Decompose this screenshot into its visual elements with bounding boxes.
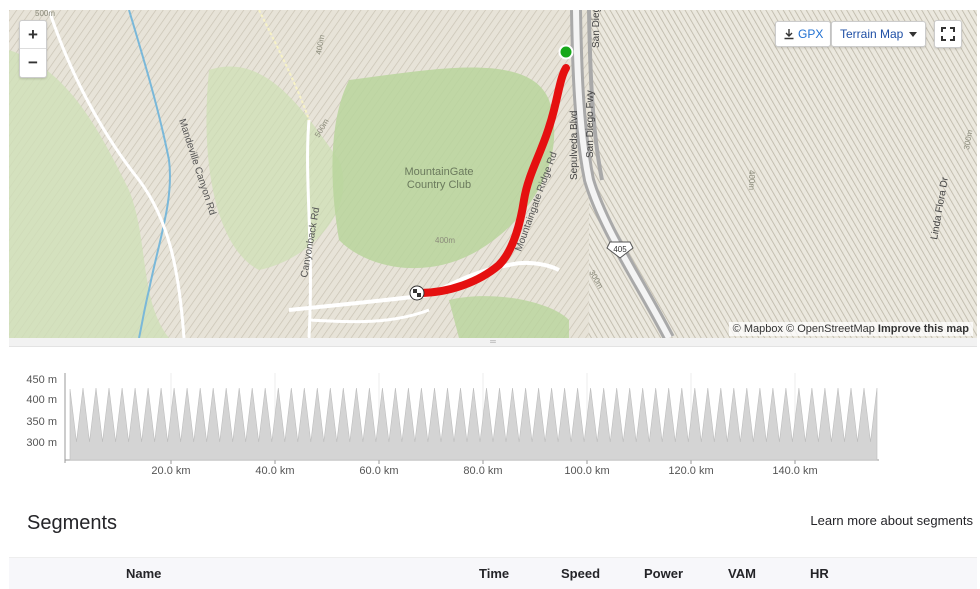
svg-text:400m: 400m (747, 170, 756, 190)
zoom-control: + − (19, 20, 47, 78)
elevation-y-tick: 350 m (26, 416, 57, 428)
mapbox-link[interactable]: © Mapbox (733, 323, 783, 335)
map-label-road: San Dieg (591, 10, 602, 48)
learn-more-segments-link[interactable]: Learn more about segments (810, 513, 973, 528)
column-hr[interactable]: HR (810, 566, 829, 581)
elevation-x-tick: 100.0 km (564, 465, 609, 477)
column-speed[interactable]: Speed (561, 566, 600, 581)
map-type-dropdown[interactable]: Terrain Map (831, 21, 927, 47)
caret-down-icon (909, 31, 918, 37)
map-label-road: San Diego Fwy (585, 90, 596, 158)
column-time[interactable]: Time (479, 566, 509, 581)
start-marker-icon (558, 44, 574, 60)
elevation-x-tick: 140.0 km (772, 465, 817, 477)
map-label-road: Sepulveda Blvd (569, 111, 580, 181)
expand-icon (941, 27, 955, 41)
elevation-x-tick: 40.0 km (255, 465, 294, 477)
map-label-place-1: MountainGate (404, 166, 473, 178)
svg-text:500m: 500m (35, 10, 55, 18)
gpx-label: GPX (798, 27, 824, 41)
segments-title: Segments (27, 512, 118, 534)
elevation-x-tick: 120.0 km (668, 465, 713, 477)
svg-text:400m: 400m (435, 236, 455, 245)
terrain-background: 405 MountainGate Country Club Mandeville… (9, 10, 977, 338)
fullscreen-button[interactable] (934, 20, 962, 48)
elevation-chart[interactable]: 450 m 400 m 350 m 300 m 20.0 km 40.0 km 60.0 … (9, 347, 977, 477)
download-icon (784, 29, 794, 40)
improve-map-link[interactable]: Improve this map (878, 323, 969, 335)
zoom-out-button[interactable]: − (20, 48, 46, 76)
map-label-place-2: Country Club (407, 179, 471, 191)
elevation-profile (69, 387, 878, 461)
elevation-y-tick: 400 m (26, 394, 57, 406)
gpx-download-button[interactable]: GPX (775, 21, 832, 47)
column-name[interactable]: Name (126, 566, 161, 581)
elevation-x-tick: 20.0 km (151, 465, 190, 477)
finish-flag-icon (409, 285, 425, 301)
resize-handle[interactable]: ═ (9, 338, 977, 347)
map-attribution: © Mapbox © OpenStreetMap Improve this ma… (728, 322, 973, 336)
segments-table-header: Name Time Speed Power VAM HR (9, 557, 977, 589)
elevation-y-tick: 300 m (26, 437, 57, 449)
map-type-label: Terrain Map (840, 27, 904, 41)
route-map[interactable]: 405 MountainGate Country Club Mandeville… (9, 10, 977, 338)
elevation-x-tick: 60.0 km (359, 465, 398, 477)
column-vam[interactable]: VAM (728, 566, 756, 581)
elevation-x-tick: 80.0 km (463, 465, 502, 477)
column-power[interactable]: Power (644, 566, 683, 581)
svg-text:405: 405 (613, 245, 627, 254)
zoom-in-button[interactable]: + (20, 21, 46, 48)
osm-link[interactable]: © OpenStreetMap (786, 323, 875, 335)
elevation-y-tick: 450 m (26, 374, 57, 386)
